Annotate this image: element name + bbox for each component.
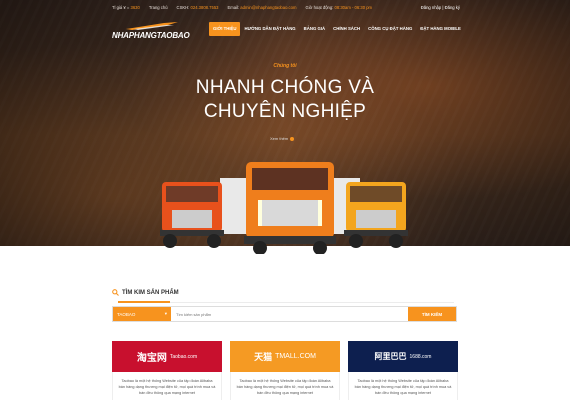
auth-links[interactable]: Đăng nhập | Đăng ký (421, 2, 460, 12)
tmall-description: Taobao là một hệ thống Website của tập đ… (230, 372, 340, 400)
alibaba-description: Taobao là một hệ thống Website của tập đ… (348, 372, 458, 400)
tmall-logo-cn: 天猫 (254, 352, 273, 362)
hero-more-label: Xem thêm (270, 136, 289, 141)
site-logo[interactable]: NHAPHANGTAOBAO (112, 22, 192, 40)
cskh-info: CSKH: 024.3808.7553 (176, 4, 219, 10)
tmall-logo: 天猫 TMALL.COM (230, 341, 340, 372)
nav-item-gioi-thieu[interactable]: GIỚI THIỆU (209, 22, 241, 36)
email-info: Email: admin@nhaphangtaobao.com (227, 4, 297, 10)
nav-item-cong-cu[interactable]: CÔNG CỤ ĐẶT HÀNG (364, 22, 416, 36)
exchange-rate: Tỉ giá ¥ = 3630 (112, 4, 140, 10)
home-link[interactable]: Trang chủ (149, 5, 168, 10)
alibaba-1688-card[interactable]: 阿里巴巴 1688.com Taobao là một hệ thống Web… (348, 341, 458, 400)
site-select-value: TAOBAO (117, 311, 136, 317)
top-info-bar: Tỉ giá ¥ = 3630 Trang chủ CSKH: 024.3808… (112, 2, 372, 12)
arrow-circle-icon (290, 136, 295, 141)
alibaba-logo: 阿里巴巴 1688.com (348, 341, 458, 372)
taobao-logo-en: Taobao.com (169, 353, 198, 360)
nav-item-bang-gia[interactable]: BẢNG GIÁ (300, 22, 330, 36)
tmall-logo-en: TMALL.COM (275, 353, 316, 360)
taobao-card[interactable]: 淘宝网 Taobao.com Taobao là một hệ thống We… (112, 341, 222, 400)
alibaba-logo-en: 1688.com (409, 353, 432, 360)
taobao-logo-cn: 淘宝网 (136, 353, 167, 364)
hero-kicker: Chúng tôi (273, 63, 297, 69)
hero-more-link[interactable]: Xem thêm (270, 136, 295, 141)
chevron-down-icon: ▾ (164, 311, 167, 316)
search-bar: TAOBAO ▾ TÌM KIẾM (112, 306, 457, 322)
search-button[interactable]: TÌM KIẾM (408, 307, 456, 321)
truck-center-icon (244, 162, 336, 254)
hero-title-line1: NHANH CHÓNG VÀ (195, 77, 375, 98)
search-icon (112, 289, 119, 296)
search-title-divider (118, 301, 454, 303)
main-nav: GIỚI THIỆU HƯỚNG DẪN ĐẶT HÀNG BẢNG GIÁ C… (209, 22, 465, 36)
logo-text: NHAPHANGTAOBAO (112, 31, 190, 40)
nav-item-chinh-sach[interactable]: CHÍNH SÁCH (329, 22, 364, 36)
nav-item-huong-dan[interactable]: HƯỚNG DẪN ĐẶT HÀNG (240, 22, 299, 36)
search-input[interactable] (171, 307, 408, 321)
taobao-logo: 淘宝网 Taobao.com (112, 341, 222, 372)
truck-left-icon (160, 178, 256, 248)
site-select[interactable]: TAOBAO ▾ (113, 307, 171, 321)
logo-swoosh-icon (126, 22, 178, 30)
search-section-title: TÌM KIM SẢN PHẨM (112, 289, 179, 296)
hero-title-line2: CHUYÊN NGHIỆP (203, 101, 367, 122)
search-title-text: TÌM KIM SẢN PHẨM (122, 289, 179, 296)
taobao-description: Taobao là một hệ thống Website của tập đ… (112, 372, 222, 400)
trucks-illustration (160, 162, 408, 254)
tmall-card[interactable]: 天猫 TMALL.COM Taobao là một hệ thống Webs… (230, 341, 340, 400)
truck-right-icon (324, 178, 408, 248)
hours-info: Giờ hoạt động: 08:30am - 06:30 pm (305, 4, 373, 10)
nav-item-mobile[interactable]: ĐẶT HÀNG MOBILE (416, 22, 465, 36)
alibaba-logo-cn: 阿里巴巴 (374, 352, 407, 361)
